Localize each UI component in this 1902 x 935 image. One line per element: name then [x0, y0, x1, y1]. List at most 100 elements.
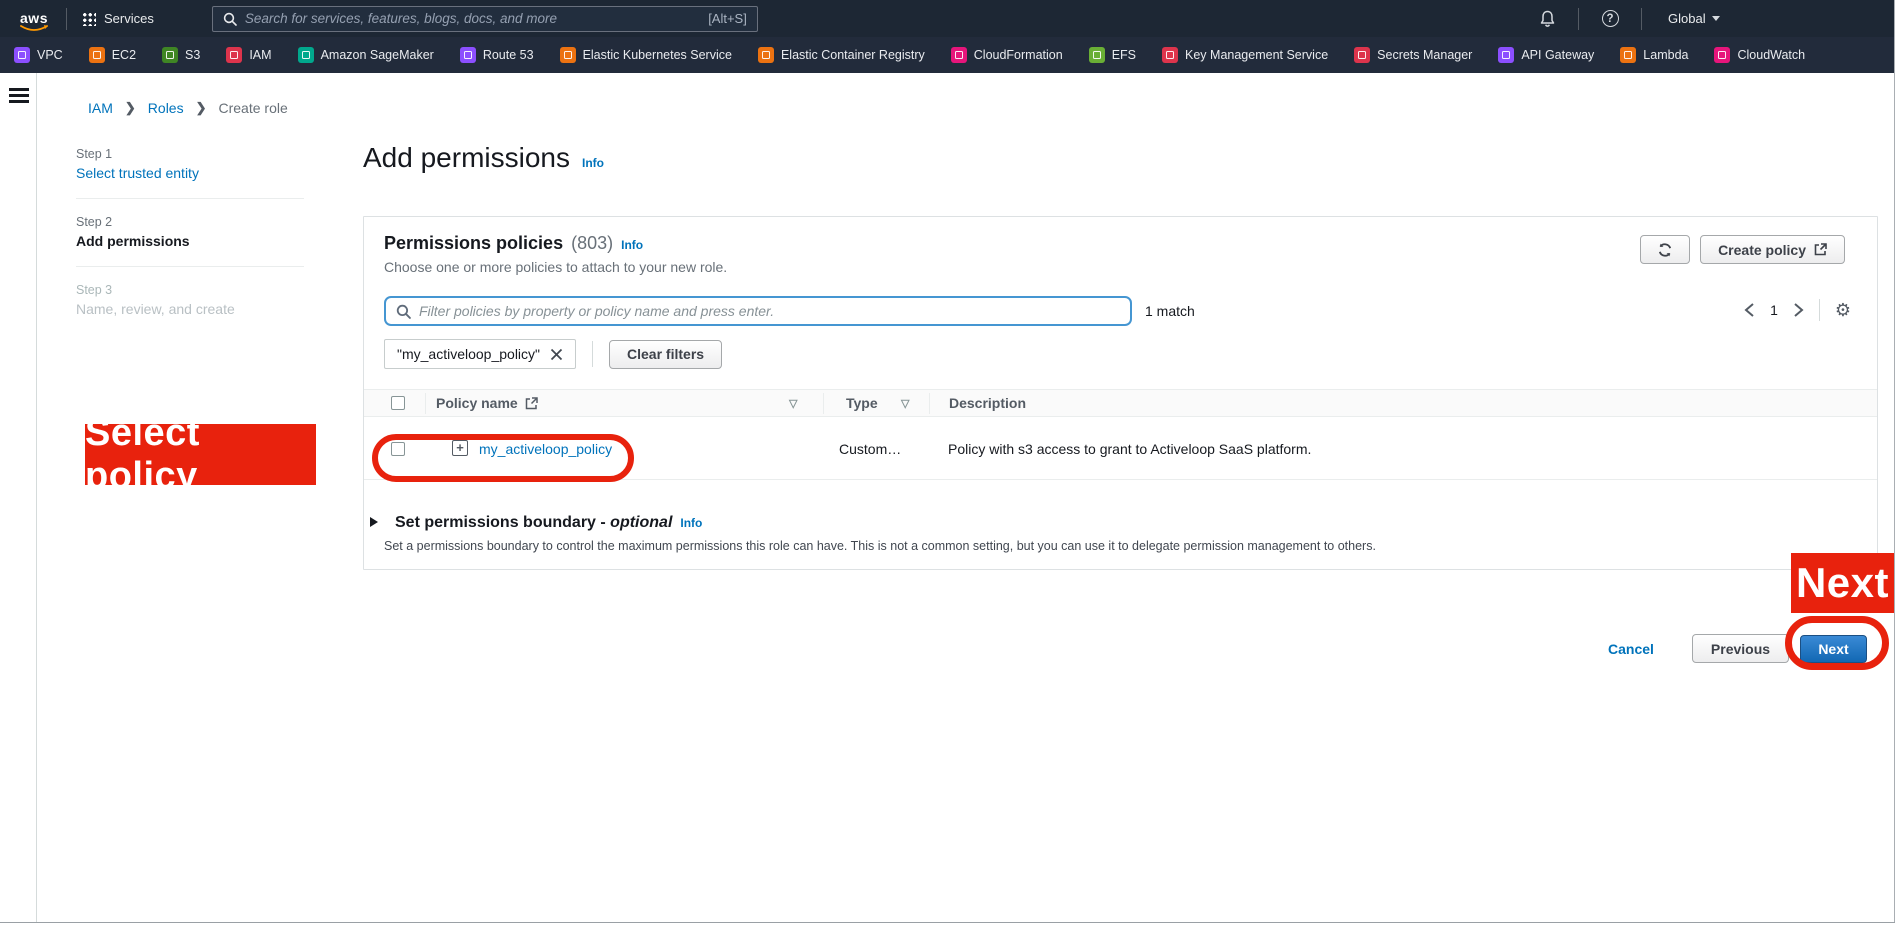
select-all-checkbox[interactable] [391, 396, 405, 410]
create-policy-label: Create policy [1718, 242, 1806, 258]
breadcrumb-iam[interactable]: IAM [88, 100, 113, 116]
favorite-service-link[interactable]: API Gateway [1498, 47, 1594, 63]
favorite-service-label: Elastic Container Registry [781, 48, 925, 62]
favorite-service-link[interactable]: IAM [226, 47, 271, 63]
favorites-bar: VPC EC2 S3 IAM Amazon SageMaker Route 53… [0, 37, 1894, 73]
menu-icon[interactable] [9, 88, 29, 107]
service-icon [89, 47, 105, 63]
service-icon [1162, 47, 1178, 63]
breadcrumb-current: Create role [219, 100, 288, 116]
filter-placeholder: Filter policies by property or policy na… [419, 303, 774, 319]
favorite-service-link[interactable]: Lambda [1620, 47, 1688, 63]
remove-filter-icon[interactable] [550, 348, 563, 361]
favorite-service-label: Route 53 [483, 48, 534, 62]
sort-icon[interactable]: ▽ [789, 397, 797, 410]
favorite-service-link[interactable]: Route 53 [460, 47, 534, 63]
permissions-boundary-section: Set permissions boundary - optional Info… [370, 514, 1376, 553]
service-icon [298, 47, 314, 63]
refresh-button[interactable] [1640, 235, 1690, 264]
boundary-info-link[interactable]: Info [680, 516, 702, 530]
step-1: Step 1 Select trusted entity [76, 147, 304, 181]
step-1-number: Step 1 [76, 147, 304, 161]
favorite-service-link[interactable]: Amazon SageMaker [298, 47, 434, 63]
sort-icon[interactable]: ▽ [901, 397, 909, 410]
help-icon[interactable]: ? [1593, 10, 1627, 27]
services-grid-icon [81, 11, 96, 26]
previous-page-icon[interactable] [1744, 302, 1755, 318]
cancel-button[interactable]: Cancel [1608, 641, 1654, 657]
service-icon [226, 47, 242, 63]
clear-filters-button[interactable]: Clear filters [609, 340, 722, 369]
breadcrumb-separator-icon: ❯ [196, 100, 207, 116]
favorite-service-label: Key Management Service [1185, 48, 1328, 62]
service-icon [758, 47, 774, 63]
favorite-service-label: EFS [1112, 48, 1136, 62]
policy-type-cell: Custom… [839, 441, 901, 457]
policy-filter-input[interactable]: Filter policies by property or policy na… [384, 296, 1132, 326]
service-icon [1498, 47, 1514, 63]
favorite-service-link[interactable]: Elastic Kubernetes Service [560, 47, 732, 63]
wizard-footer: Cancel Previous Next [0, 634, 1878, 666]
filter-chip-row: "my_activeloop_policy" Clear filters [384, 339, 722, 369]
chip-divider [592, 341, 593, 367]
pager-divider [1819, 299, 1820, 321]
search-icon [396, 304, 411, 319]
favorite-service-link[interactable]: S3 [162, 47, 200, 63]
external-link-icon [1814, 243, 1827, 256]
next-page-icon[interactable] [1793, 302, 1804, 318]
favorite-service-label: S3 [185, 48, 200, 62]
previous-button[interactable]: Previous [1692, 634, 1789, 663]
step-3-label: Name, review, and create [76, 301, 304, 317]
policy-description-cell: Policy with s3 access to grant to Active… [948, 441, 1311, 457]
external-link-icon[interactable] [525, 397, 538, 410]
panel-title-row: Permissions policies (803) Info [384, 233, 643, 254]
favorite-service-label: API Gateway [1521, 48, 1594, 62]
type-header-label: Type [846, 395, 878, 411]
window-bottom-border [0, 922, 1895, 923]
favorite-service-link[interactable]: EC2 [89, 47, 136, 63]
topbar-divider [66, 8, 67, 30]
page-info-link[interactable]: Info [582, 156, 604, 170]
filter-chip-label: "my_activeloop_policy" [397, 346, 540, 362]
service-icon [951, 47, 967, 63]
pagination: 1 ⚙ [1744, 299, 1851, 321]
policies-table-header: Policy name ▽ Type ▽ Description [364, 389, 1877, 417]
create-policy-button[interactable]: Create policy [1700, 235, 1845, 264]
service-icon [1089, 47, 1105, 63]
service-icon [1714, 47, 1730, 63]
search-shortcut: [Alt+S] [708, 11, 747, 26]
search-icon [223, 12, 237, 26]
global-search-input[interactable]: Search for services, features, blogs, do… [212, 6, 758, 32]
favorite-service-link[interactable]: Key Management Service [1162, 47, 1328, 63]
favorite-service-label: Elastic Kubernetes Service [583, 48, 732, 62]
panel-info-link[interactable]: Info [621, 238, 643, 252]
page-number[interactable]: 1 [1770, 302, 1778, 318]
region-selector[interactable]: Global [1668, 11, 1720, 26]
favorite-service-link[interactable]: EFS [1089, 47, 1136, 63]
filter-chip: "my_activeloop_policy" [384, 339, 576, 369]
service-icon [460, 47, 476, 63]
breadcrumb-separator-icon: ❯ [125, 100, 136, 116]
chevron-down-icon [1712, 16, 1720, 21]
column-divider [425, 393, 426, 414]
panel-title: Permissions policies [384, 233, 563, 254]
settings-gear-icon[interactable]: ⚙ [1835, 301, 1851, 319]
panel-actions: Create policy [1640, 235, 1845, 264]
boundary-description: Set a permissions boundary to control th… [384, 539, 1376, 553]
services-menu[interactable]: Services [81, 11, 154, 26]
favorite-service-link[interactable]: CloudFormation [951, 47, 1063, 63]
step-1-link[interactable]: Select trusted entity [76, 165, 304, 181]
top-navigation-bar: aws Services Search for services, featur… [0, 0, 1894, 37]
favorite-service-link[interactable]: Secrets Manager [1354, 47, 1472, 63]
favorite-service-link[interactable]: CloudWatch [1714, 47, 1805, 63]
previous-button-label: Previous [1711, 641, 1770, 657]
refresh-icon [1657, 242, 1673, 258]
breadcrumb-roles[interactable]: Roles [148, 100, 184, 116]
aws-logo[interactable]: aws [16, 10, 52, 28]
panel-count: (803) [571, 233, 613, 254]
boundary-header[interactable]: Set permissions boundary - optional Info [370, 514, 1376, 532]
notifications-bell-icon[interactable] [1530, 10, 1564, 28]
favorite-service-link[interactable]: VPC [14, 47, 63, 63]
column-divider [929, 393, 930, 414]
favorite-service-link[interactable]: Elastic Container Registry [758, 47, 925, 63]
